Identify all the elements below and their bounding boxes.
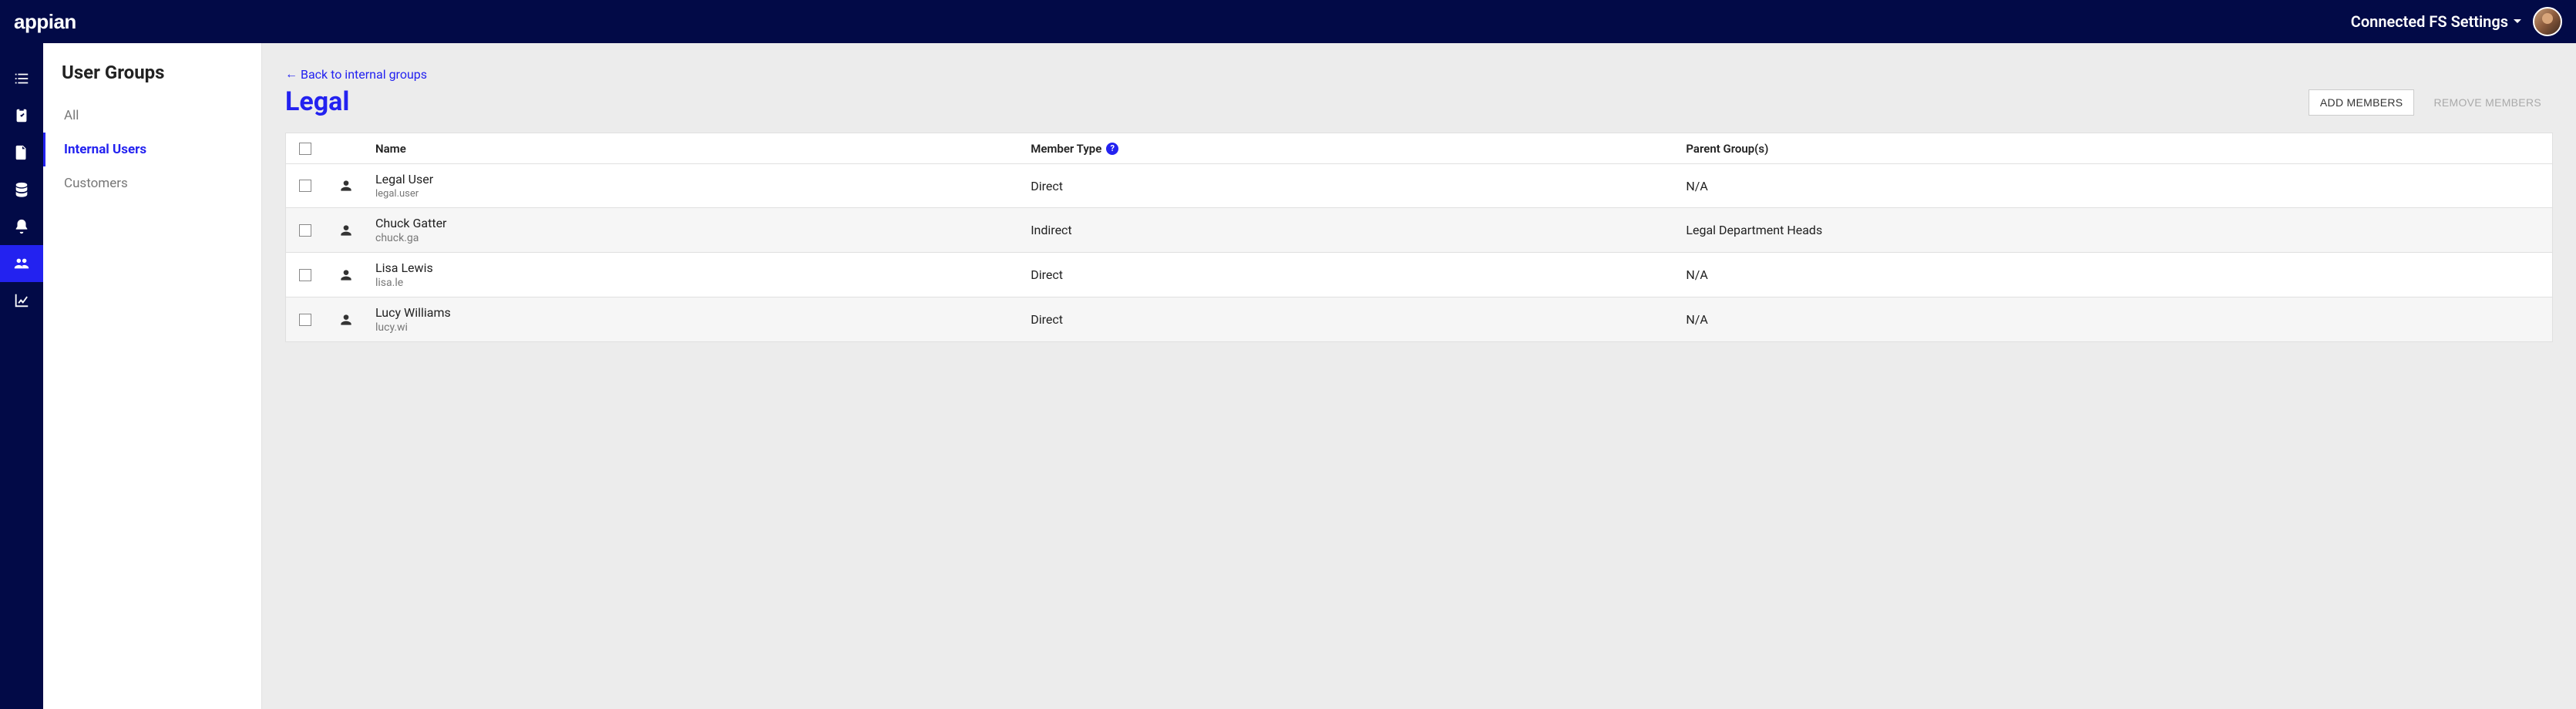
- users-icon: [13, 255, 30, 272]
- logo-text: appian: [14, 10, 76, 34]
- parent-group: Legal Department Heads: [1678, 215, 2552, 245]
- avatar[interactable]: [2533, 7, 2562, 36]
- rail-database[interactable]: [0, 171, 43, 208]
- parent-groups-col-header: Parent Group(s): [1678, 134, 2552, 163]
- settings-label: Connected FS Settings: [2351, 12, 2508, 31]
- user-handle: lucy.wi: [375, 321, 408, 334]
- rail-users[interactable]: [0, 245, 43, 282]
- topbar-right: Connected FS Settings: [2351, 7, 2562, 36]
- member-type: Direct: [1023, 260, 1678, 290]
- user-icon: [325, 304, 368, 335]
- rail-bell[interactable]: [0, 208, 43, 245]
- name-cell: Legal User legal.user: [368, 164, 1023, 207]
- row-checkbox[interactable]: [299, 314, 311, 326]
- main: User Groups All Internal Users Customers…: [0, 43, 2576, 709]
- user-icon: [325, 260, 368, 291]
- user-icon: [325, 170, 368, 201]
- parent-groups-col-label: Parent Group(s): [1686, 142, 1768, 156]
- parent-group: N/A: [1678, 260, 2552, 290]
- table-row: Lisa Lewis lisa.le Direct N/A: [286, 253, 2552, 297]
- rail-tasks[interactable]: [0, 60, 43, 97]
- clipboard-icon: [13, 107, 30, 124]
- bell-icon: [13, 218, 30, 235]
- nav-rail: [0, 43, 43, 709]
- document-icon: [13, 144, 30, 161]
- members-table: Name Member Type ? Parent Group(s): [285, 133, 2553, 342]
- remove-members-button: REMOVE MEMBERS: [2422, 89, 2553, 116]
- select-all-checkbox[interactable]: [299, 143, 311, 155]
- icon-col-header: [325, 141, 368, 156]
- add-members-button[interactable]: ADD MEMBERS: [2309, 89, 2415, 116]
- member-type-col-label: Member Type: [1031, 142, 1101, 156]
- content-header: Legal ADD MEMBERS REMOVE MEMBERS: [285, 86, 2553, 117]
- chart-icon: [13, 292, 30, 309]
- user-handle: chuck.ga: [375, 232, 419, 244]
- logo[interactable]: appian: [14, 10, 76, 34]
- parent-group: N/A: [1678, 304, 2552, 334]
- page-title: Legal: [285, 86, 349, 117]
- topbar: appian Connected FS Settings: [0, 0, 2576, 43]
- rail-document[interactable]: [0, 134, 43, 171]
- name-cell: Chuck Gatter chuck.ga: [368, 208, 1023, 252]
- sidebar-item-internal-users[interactable]: Internal Users: [43, 133, 261, 166]
- name-col-label: Name: [375, 142, 406, 156]
- user-icon: [325, 215, 368, 246]
- row-checkbox[interactable]: [299, 180, 311, 192]
- name-cell: Lisa Lewis lisa.le: [368, 253, 1023, 297]
- header-actions: ADD MEMBERS REMOVE MEMBERS: [2309, 89, 2553, 116]
- table-row: Chuck Gatter chuck.ga Indirect Legal Dep…: [286, 208, 2552, 253]
- tasks-icon: [13, 70, 30, 87]
- member-type-col-header: Member Type ?: [1023, 134, 1678, 163]
- member-type: Direct: [1023, 304, 1678, 334]
- member-type: Direct: [1023, 171, 1678, 201]
- rail-clipboard[interactable]: [0, 97, 43, 134]
- row-checkbox[interactable]: [299, 224, 311, 237]
- help-icon[interactable]: ?: [1106, 143, 1118, 155]
- user-name: Chuck Gatter: [375, 216, 446, 230]
- caret-down-icon: [2513, 17, 2522, 26]
- user-handle: legal.user: [375, 188, 419, 200]
- database-icon: [13, 181, 30, 198]
- rail-chart[interactable]: [0, 282, 43, 319]
- sidebar-item-customers[interactable]: Customers: [43, 166, 261, 200]
- member-type: Indirect: [1023, 215, 1678, 245]
- user-handle: lisa.le: [375, 277, 403, 289]
- user-name: Legal User: [375, 172, 433, 186]
- row-checkbox[interactable]: [299, 269, 311, 281]
- table-row: Lucy Williams lucy.wi Direct N/A: [286, 297, 2552, 342]
- select-all-cell: [286, 135, 325, 163]
- sidebar-title: User Groups: [43, 62, 261, 99]
- name-cell: Lucy Williams lucy.wi: [368, 297, 1023, 341]
- user-name: Lisa Lewis: [375, 260, 433, 275]
- content: ← Back to internal groups Legal ADD MEMB…: [262, 43, 2576, 709]
- arrow-left-icon: ←: [285, 66, 298, 82]
- back-link[interactable]: ← Back to internal groups: [285, 66, 427, 82]
- sidebar: User Groups All Internal Users Customers: [43, 43, 262, 709]
- settings-dropdown[interactable]: Connected FS Settings: [2351, 12, 2522, 31]
- table-row: Legal User legal.user Direct N/A: [286, 164, 2552, 208]
- sidebar-nav: All Internal Users Customers: [43, 99, 261, 200]
- table-header: Name Member Type ? Parent Group(s): [286, 133, 2552, 164]
- user-name: Lucy Williams: [375, 305, 451, 320]
- sidebar-item-all[interactable]: All: [43, 99, 261, 133]
- name-col-header: Name: [368, 134, 1023, 163]
- back-link-label: Back to internal groups: [301, 67, 427, 82]
- parent-group: N/A: [1678, 171, 2552, 201]
